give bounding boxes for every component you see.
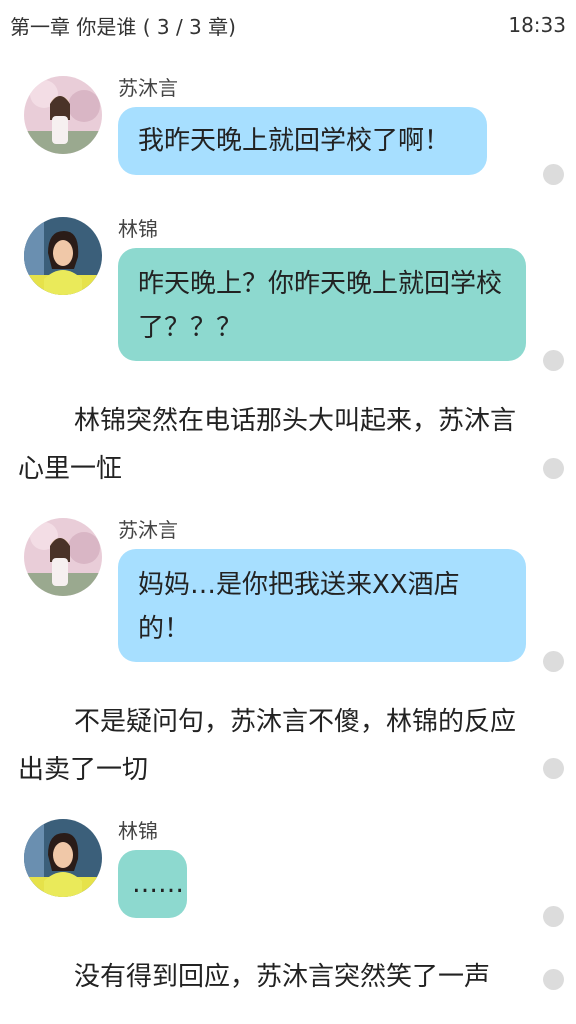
message-bubble[interactable]: …… [118, 850, 187, 918]
sender-name: 苏沐言 [118, 518, 178, 542]
message-menu-dot[interactable] [543, 164, 564, 185]
message-menu-dot[interactable] [543, 906, 564, 927]
sender-name: 林锦 [118, 819, 158, 843]
avatar-su[interactable] [24, 518, 102, 596]
message-menu-dot[interactable] [543, 651, 564, 672]
avatar-lin[interactable] [24, 217, 102, 295]
narration-paragraph: 不是疑问句，苏沐言不傻，林锦的反应出卖了一切 [18, 707, 517, 785]
narration-paragraph: 林锦突然在电话那头大叫起来，苏沐言心里一怔 [18, 406, 517, 484]
paragraph-menu-dot[interactable] [543, 758, 564, 779]
message-bubble[interactable]: 昨天晚上？你昨天晚上就回学校了？？？ [118, 248, 526, 361]
paragraph-menu-dot[interactable] [543, 458, 564, 479]
chapter-title: 第一章 你是谁 ( 3 / 3 章) [10, 14, 236, 39]
message-bubble[interactable]: 妈妈…是你把我送来XX酒店的！ [118, 549, 526, 662]
status-bar: 第一章 你是谁 ( 3 / 3 章) 18:33 [0, 0, 576, 50]
narration-paragraph: 没有得到回应，苏沐言突然笑了一声 [74, 962, 491, 992]
message-menu-dot[interactable] [543, 350, 564, 371]
clock: 18:33 [508, 13, 566, 37]
sender-name: 苏沐言 [118, 76, 178, 100]
message-bubble[interactable]: 我昨天晚上就回学校了啊！ [118, 107, 487, 175]
avatar-su[interactable] [24, 76, 102, 154]
paragraph-menu-dot[interactable] [543, 969, 564, 990]
avatar-lin[interactable] [24, 819, 102, 897]
sender-name: 林锦 [118, 217, 158, 241]
